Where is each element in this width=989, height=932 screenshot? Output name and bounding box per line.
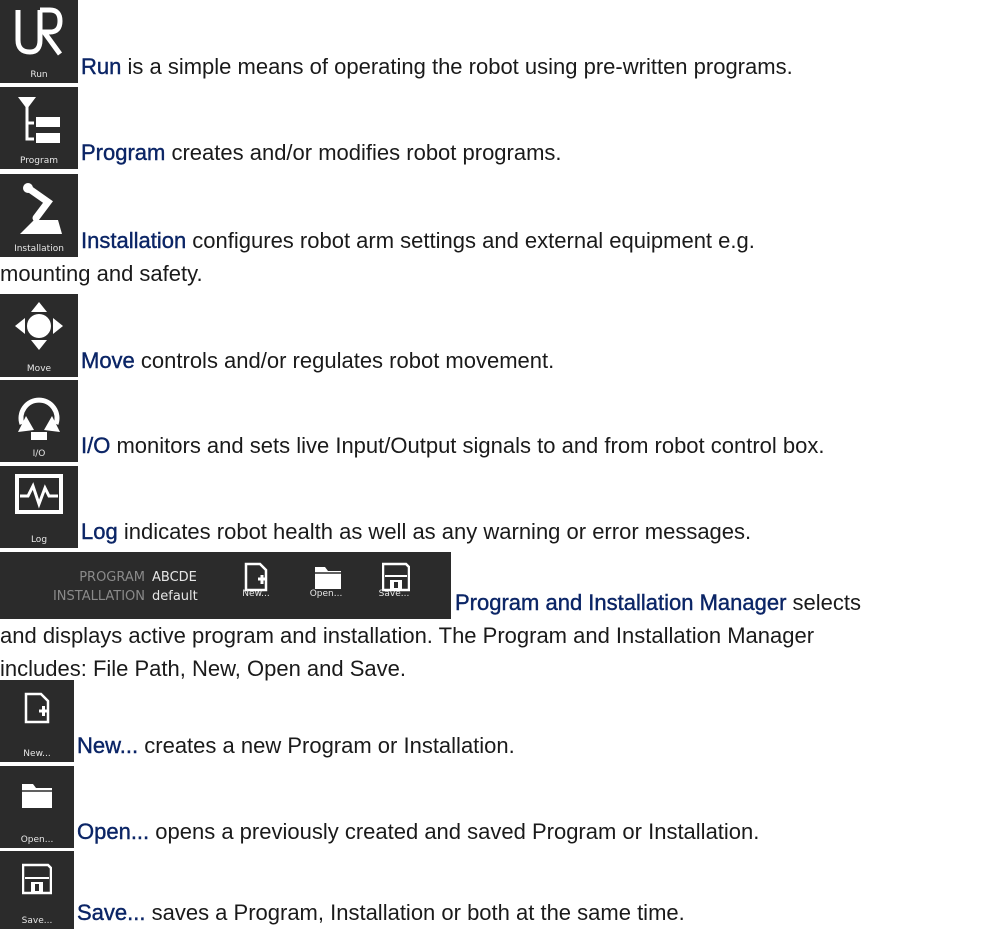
installation-value[interactable]: default (152, 580, 198, 613)
robot-arm-icon (20, 183, 62, 234)
log-pulse-icon (15, 474, 63, 514)
program-tab-button[interactable]: Program (0, 87, 78, 169)
installation-tab-button[interactable]: Installation (0, 174, 78, 257)
manager-entry: PROGRAM ABCDE INSTALLATION default New..… (0, 552, 989, 685)
run-tab-button[interactable]: Run (0, 0, 78, 83)
io-tab-button[interactable]: I/O (0, 380, 78, 462)
open-folder-icon (22, 784, 52, 808)
log-tab-button[interactable]: Log (0, 466, 78, 548)
save-disk-icon (22, 863, 52, 895)
open-button[interactable]: Open... (296, 552, 356, 619)
save-button[interactable]: Save... (364, 552, 424, 619)
program-tree-icon (18, 97, 60, 143)
io-entry: I/O I/O monitors and sets live Input/Out… (0, 380, 989, 462)
new-button[interactable]: New... (226, 552, 286, 619)
open-entry: Open... Open... opens a previously creat… (0, 766, 989, 848)
open-folder-button[interactable]: Open... (0, 766, 74, 848)
log-entry: Log Log indicates robot health as well a… (0, 466, 989, 548)
move-tab-button[interactable]: Move (0, 294, 78, 377)
installation-label: INSTALLATION (52, 589, 145, 604)
ur-logo-icon (15, 7, 63, 56)
program-entry: Program Program creates and/or modifies … (0, 87, 989, 169)
io-cycle-icon (18, 397, 60, 440)
program-installation-manager: PROGRAM ABCDE INSTALLATION default New..… (0, 552, 451, 619)
new-file-icon (24, 692, 50, 724)
save-entry: Save... Save... saves a Program, Install… (0, 851, 989, 929)
move-arrows-icon (15, 302, 63, 350)
run-entry: Run Run is a simple means of operating t… (0, 0, 989, 83)
new-entry: New... New... creates a new Program or I… (0, 680, 989, 762)
new-file-button[interactable]: New... (0, 680, 74, 762)
move-entry: Move Move controls and/or regulates robo… (0, 294, 989, 377)
installation-entry: Installation Installation configures rob… (0, 174, 989, 290)
save-disk-button[interactable]: Save... (0, 851, 74, 929)
